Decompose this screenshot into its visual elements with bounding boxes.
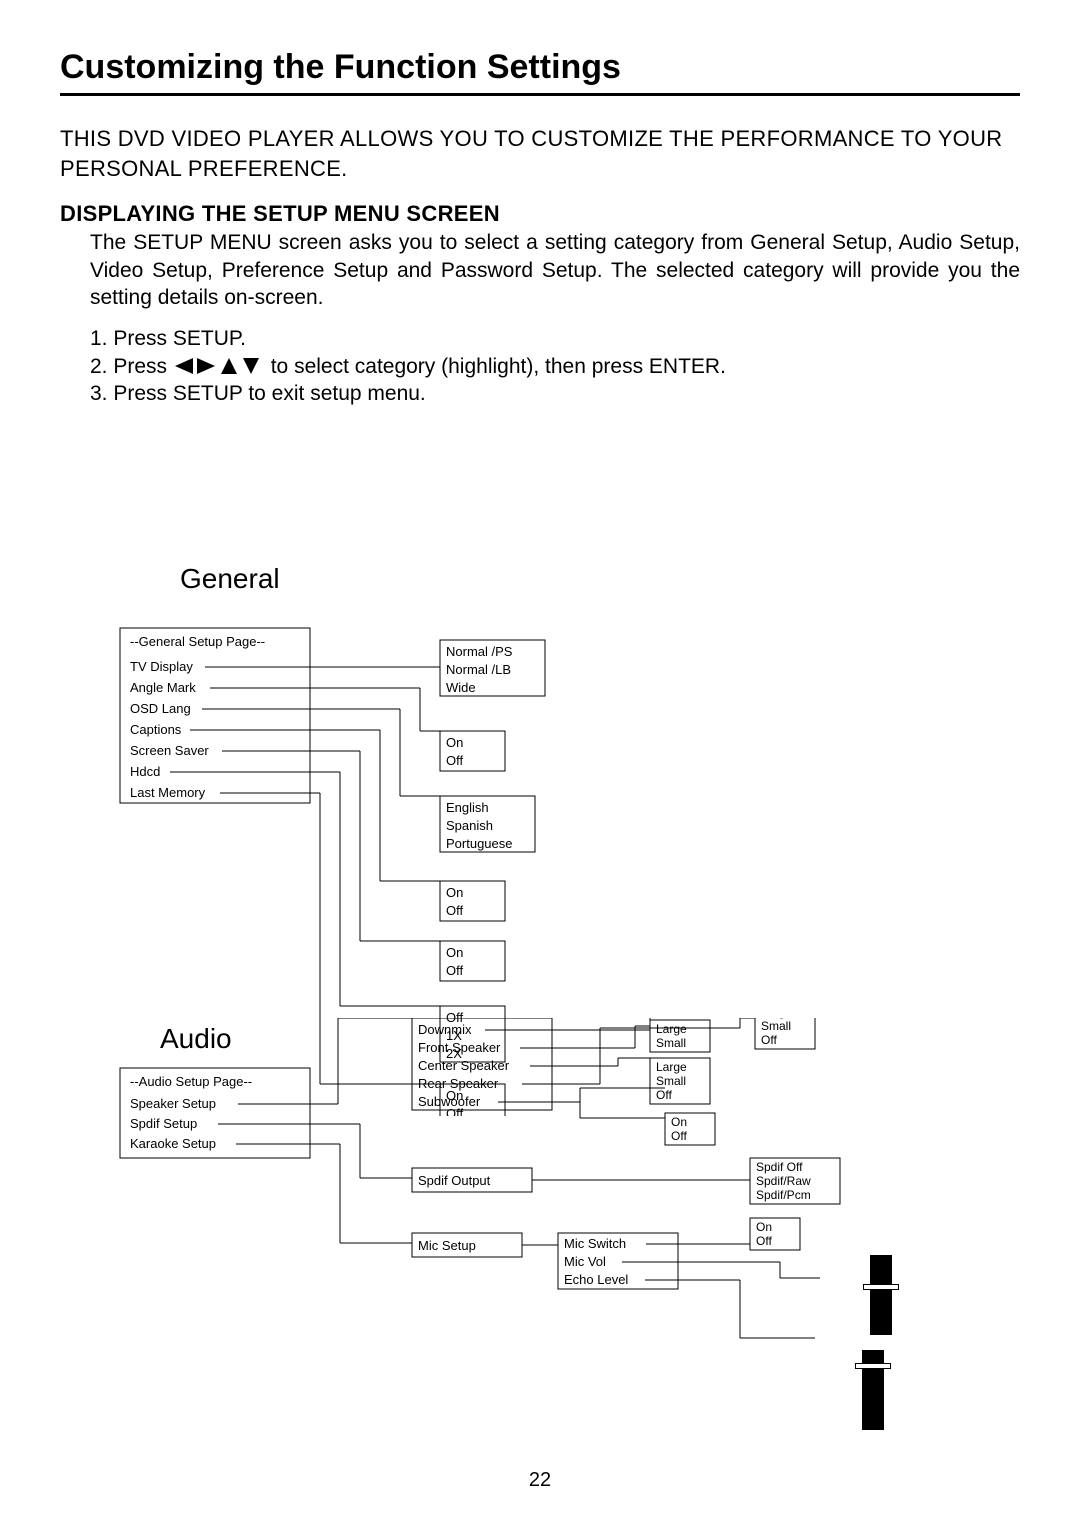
item-osd-lang: OSD Lang xyxy=(130,701,191,716)
svg-text:Mic Switch: Mic Switch xyxy=(564,1236,626,1251)
svg-text:Small: Small xyxy=(761,1019,791,1033)
svg-text:Echo Level: Echo Level xyxy=(564,1272,628,1287)
general-page-title: --General Setup Page-- xyxy=(130,634,265,649)
section-subhead: DISPLAYING THE SETUP MENU SCREEN xyxy=(60,201,1020,227)
item-screen-saver: Screen Saver xyxy=(130,743,209,758)
svg-text:Large: Large xyxy=(656,1022,687,1036)
svg-text:Spanish: Spanish xyxy=(446,818,493,833)
step-2: 2. Press to select category (highlight),… xyxy=(90,353,1020,380)
svg-text:Off: Off xyxy=(446,753,463,768)
step-1: 1. Press SETUP. xyxy=(90,325,1020,352)
svg-text:On: On xyxy=(446,945,463,960)
svg-text:Off: Off xyxy=(756,1234,772,1248)
steps-list: 1. Press SETUP. 2. Press to select categ… xyxy=(90,325,1020,407)
item-spdif-setup: Spdif Setup xyxy=(130,1116,197,1131)
general-section-label: General xyxy=(180,563,280,595)
svg-text:Downmix: Downmix xyxy=(418,1022,472,1037)
page-title: Customizing the Function Settings xyxy=(60,48,1020,87)
svg-text:Normal /PS: Normal /PS xyxy=(446,644,513,659)
item-speaker-setup: Speaker Setup xyxy=(130,1096,216,1111)
title-divider xyxy=(60,93,1020,96)
svg-text:Spdif Off: Spdif Off xyxy=(756,1160,803,1174)
svg-text:Front Speaker: Front Speaker xyxy=(418,1040,501,1055)
svg-text:Center Speaker: Center Speaker xyxy=(418,1058,510,1073)
item-captions: Captions xyxy=(130,722,182,737)
svg-text:Off: Off xyxy=(446,963,463,978)
svg-text:Mic Vol: Mic Vol xyxy=(564,1254,606,1269)
svg-text:On: On xyxy=(446,735,463,750)
svg-text:Off: Off xyxy=(671,1129,687,1143)
svg-text:Large: Large xyxy=(656,1060,687,1074)
item-karaoke-setup: Karaoke Setup xyxy=(130,1136,216,1151)
svg-text:On: On xyxy=(671,1115,687,1129)
audio-page-title: --Audio Setup Page-- xyxy=(130,1074,252,1089)
svg-text:Rear Speaker: Rear Speaker xyxy=(418,1076,499,1091)
svg-text:Portuguese: Portuguese xyxy=(446,836,513,851)
svg-text:Spdif/Raw: Spdif/Raw xyxy=(756,1174,811,1188)
svg-text:Spdif/Pcm: Spdif/Pcm xyxy=(756,1188,811,1202)
svg-text:Mic Setup: Mic Setup xyxy=(418,1238,476,1253)
svg-text:Small: Small xyxy=(656,1074,686,1088)
svg-text:Off: Off xyxy=(656,1088,672,1102)
svg-text:Wide: Wide xyxy=(446,680,476,695)
item-hdcd: Hdcd xyxy=(130,764,160,779)
svg-text:Spdif Output: Spdif Output xyxy=(418,1173,491,1188)
step-3: 3. Press SETUP to exit setup menu. xyxy=(90,380,1020,407)
mic-vol-slider xyxy=(870,1255,892,1335)
intro-text: THIS DVD VIDEO PLAYER ALLOWS YOU TO CUST… xyxy=(60,124,1020,183)
arrow-icons xyxy=(173,355,271,378)
svg-text:English: English xyxy=(446,800,489,815)
item-tv-display: TV Display xyxy=(130,659,193,674)
svg-text:Subwoofer: Subwoofer xyxy=(418,1094,481,1109)
svg-text:Normal /LB: Normal /LB xyxy=(446,662,511,677)
svg-text:On: On xyxy=(756,1220,772,1234)
body-paragraph: The SETUP MENU screen asks you to select… xyxy=(90,229,1020,311)
svg-text:Small: Small xyxy=(656,1036,686,1050)
svg-text:Off: Off xyxy=(761,1033,777,1047)
item-last-memory: Last Memory xyxy=(130,785,206,800)
echo-level-slider xyxy=(862,1350,884,1430)
item-angle-mark: Angle Mark xyxy=(130,680,196,695)
page-number: 22 xyxy=(0,1469,1080,1492)
svg-text:Off: Off xyxy=(446,903,463,918)
svg-text:On: On xyxy=(446,885,463,900)
